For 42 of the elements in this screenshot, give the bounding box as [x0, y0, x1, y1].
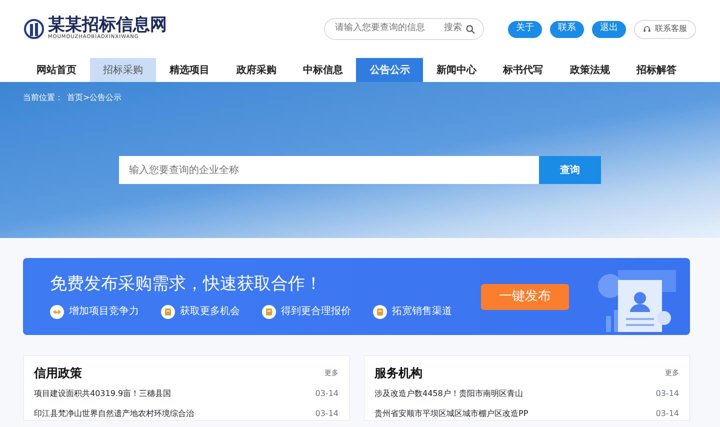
feature-label: 拓宽销售渠道	[392, 304, 452, 320]
nav-tab[interactable]: 标书代写	[490, 58, 556, 82]
news-link[interactable]: 项目建设面积共40319.9亩！三穗县国	[34, 388, 172, 400]
document-icon	[161, 304, 175, 319]
news-link[interactable]: 印江县梵净山世界自然遗产地农村环境综合治	[34, 408, 194, 420]
news-link[interactable]: 贵州省安顺市平坝区城区城市棚户区改造PP	[374, 408, 528, 420]
nav-tab[interactable]: 政策法规	[556, 58, 624, 82]
nav-tab[interactable]: 公告公示	[356, 58, 424, 82]
search-field[interactable]: 请输入您要查询的信息 搜索	[324, 18, 484, 40]
customer-service-button[interactable]: 联系客服	[634, 20, 696, 38]
nav-tab[interactable]: 精选项目	[156, 58, 224, 82]
nav-pill-button[interactable]: 联系	[550, 20, 584, 38]
news-link[interactable]: 涉及改造户数4458户！贵阳市南明区青山	[374, 388, 523, 400]
nav-pill-button[interactable]: 退出	[592, 20, 626, 38]
nav-tab[interactable]: 新闻中心	[423, 58, 490, 82]
site-title: 某某招标信息网	[48, 16, 167, 34]
news-date: 03-14	[315, 408, 338, 420]
nav-tab[interactable]: 网站首页	[23, 58, 90, 82]
document-icon	[373, 304, 387, 319]
nav-tab[interactable]: 招标采购	[90, 58, 156, 82]
nav-tab[interactable]: 中标信息	[290, 58, 356, 82]
nav-tab[interactable]: 政府采购	[223, 58, 290, 82]
search-icon[interactable]	[466, 24, 475, 34]
news-date: 03-14	[656, 388, 679, 400]
query-button[interactable]: 查询	[539, 156, 601, 184]
handshake-icon	[50, 304, 64, 319]
nav-tab[interactable]: 招标解答	[623, 58, 690, 82]
panel-title: 服务机构	[374, 366, 422, 380]
feature-label: 增加项目竞争力	[69, 304, 139, 320]
breadcrumb-label: 当前位置：	[23, 93, 63, 102]
document-icon	[262, 304, 276, 319]
feature-label: 获取更多机会	[180, 304, 240, 320]
news-date: 03-14	[315, 388, 338, 400]
headset-icon	[643, 25, 651, 33]
feature-label: 得到更合理报价	[281, 304, 351, 320]
promo-title: 免费发布采购需求，快速获取合作！	[50, 274, 323, 294]
nav-pill-button[interactable]: 关于	[508, 20, 542, 38]
panel-title: 信用政策	[34, 366, 82, 380]
breadcrumb-link[interactable]: 首页>公告公示	[67, 93, 122, 102]
search-button[interactable]: 搜索	[444, 22, 462, 36]
news-date: 03-14	[656, 408, 679, 420]
logo-icon	[24, 19, 44, 39]
